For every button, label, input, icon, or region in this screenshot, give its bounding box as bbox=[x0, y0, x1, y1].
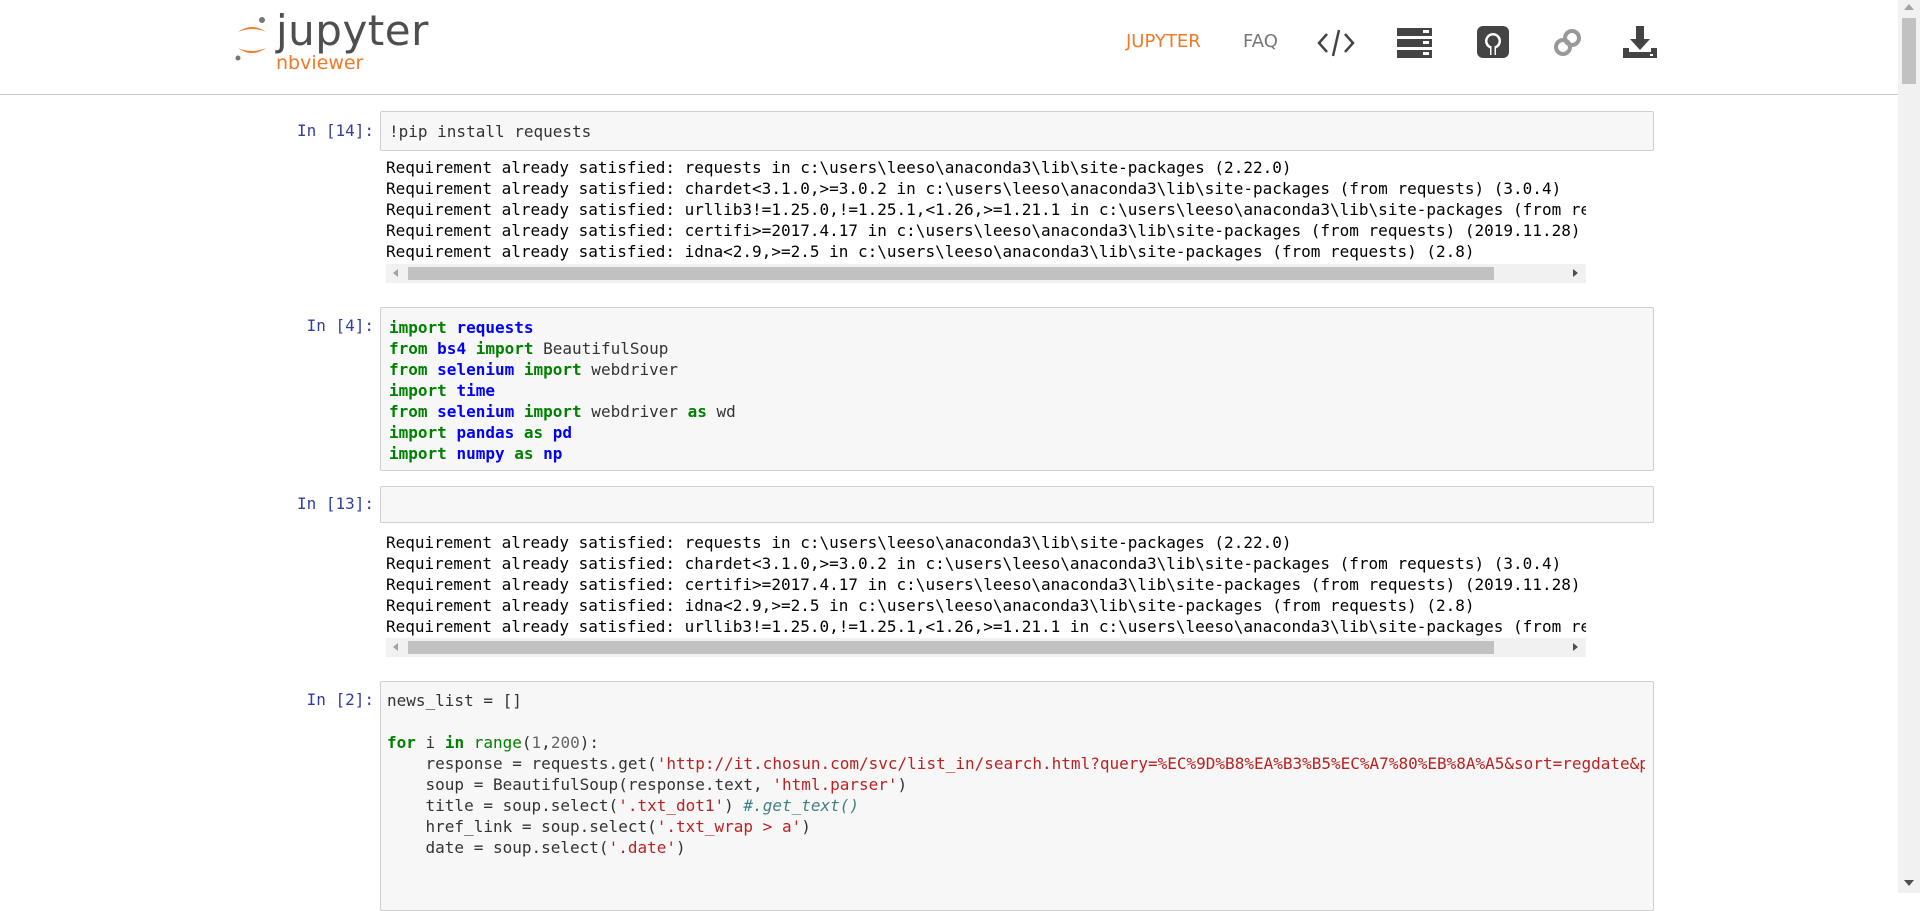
output-horizontal-scrollbar[interactable] bbox=[386, 264, 1586, 283]
output-line: Requirement already satisfied: idna<2.9,… bbox=[386, 242, 1475, 261]
scroll-right-arrow-icon[interactable] bbox=[1573, 269, 1578, 277]
output-line: Requirement already satisfied: chardet<3… bbox=[386, 554, 1562, 573]
code-line: soup = BeautifulSoup(response.text, 'htm… bbox=[387, 775, 908, 794]
scroll-right-arrow-icon[interactable] bbox=[1573, 643, 1578, 651]
output-line: Requirement already satisfied: chardet<3… bbox=[386, 179, 1562, 198]
nav-link-jupyter[interactable]: JUPYTER bbox=[1126, 31, 1201, 52]
code-line: href_link = soup.select('.txt_wrap > a') bbox=[387, 817, 811, 836]
code-cell-input[interactable]: news_list = [] for i in range(1,200): re… bbox=[380, 681, 1654, 911]
logo-subtitle: nbviewer bbox=[276, 52, 364, 74]
scroll-down-arrow-icon[interactable] bbox=[1904, 880, 1914, 886]
code-line: news_list = [] bbox=[387, 691, 522, 710]
output-line: Requirement already satisfied: certifi>=… bbox=[386, 575, 1581, 594]
output-horizontal-scrollbar[interactable] bbox=[386, 638, 1586, 657]
output-line: Requirement already satisfied: urllib3!=… bbox=[386, 200, 1586, 219]
link-icon[interactable] bbox=[1548, 22, 1588, 62]
logo-wordmark: jupyter bbox=[276, 6, 429, 55]
code-line: import numpy as np bbox=[389, 444, 563, 463]
cell-prompt: In [14]: bbox=[296, 121, 374, 140]
scroll-left-arrow-icon[interactable] bbox=[393, 643, 398, 651]
code-line: import time bbox=[389, 381, 495, 400]
server-icon[interactable] bbox=[1395, 22, 1435, 62]
scroll-up-arrow-icon[interactable] bbox=[1904, 4, 1914, 10]
jupyter-nbviewer-logo[interactable]: jupyter nbviewer bbox=[234, 6, 464, 78]
output-line: Requirement already satisfied: certifi>=… bbox=[386, 221, 1581, 240]
code-line: import requests bbox=[389, 318, 534, 337]
scrollbar-thumb[interactable] bbox=[408, 267, 1494, 280]
output-line: Requirement already satisfied: urllib3!=… bbox=[386, 617, 1586, 636]
cell-prompt: In [13]: bbox=[296, 494, 374, 513]
scrollbar-thumb[interactable] bbox=[408, 641, 1494, 654]
nav-link-faq[interactable]: FAQ bbox=[1243, 31, 1278, 52]
code-line: !pip install requests bbox=[389, 122, 592, 141]
jupyter-logo-icon bbox=[235, 17, 266, 61]
code-line: from selenium import webdriver bbox=[389, 360, 678, 379]
output-line: Requirement already satisfied: requests … bbox=[386, 533, 1292, 552]
code-line: import pandas as pd bbox=[389, 423, 573, 442]
code-line: from selenium import webdriver as wd bbox=[389, 402, 736, 421]
github-icon[interactable] bbox=[1474, 22, 1514, 62]
cell-prompt: In [4]: bbox=[306, 316, 374, 335]
download-icon[interactable] bbox=[1620, 22, 1660, 62]
cell-output: Requirement already satisfied: requests … bbox=[386, 532, 1586, 642]
cell-output: Requirement already satisfied: requests … bbox=[386, 157, 1586, 267]
code-line: response = requests.get('http://it.chosu… bbox=[387, 754, 1645, 773]
navbar: jupyter nbviewer JUPYTER FAQ bbox=[0, 0, 1898, 95]
code-cell-input[interactable] bbox=[380, 486, 1654, 523]
output-line: Requirement already satisfied: requests … bbox=[386, 158, 1292, 177]
code-cell-input[interactable]: !pip install requests bbox=[380, 111, 1654, 151]
code-line: from bs4 import BeautifulSoup bbox=[389, 339, 669, 358]
code-cell-input[interactable]: import requests from bs4 import Beautifu… bbox=[380, 307, 1654, 471]
code-line: date = soup.select('.date') bbox=[387, 838, 686, 857]
scrollbar-thumb[interactable] bbox=[1902, 18, 1916, 84]
code-line: for i in range(1,200): bbox=[387, 733, 599, 752]
code-icon[interactable] bbox=[1316, 22, 1356, 62]
code-line: title = soup.select('.txt_dot1') #.get_t… bbox=[387, 796, 860, 815]
cell-prompt: In [2]: bbox=[306, 690, 374, 709]
output-line: Requirement already satisfied: idna<2.9,… bbox=[386, 596, 1475, 615]
page-vertical-scrollbar[interactable] bbox=[1898, 0, 1920, 893]
scroll-left-arrow-icon[interactable] bbox=[393, 269, 398, 277]
